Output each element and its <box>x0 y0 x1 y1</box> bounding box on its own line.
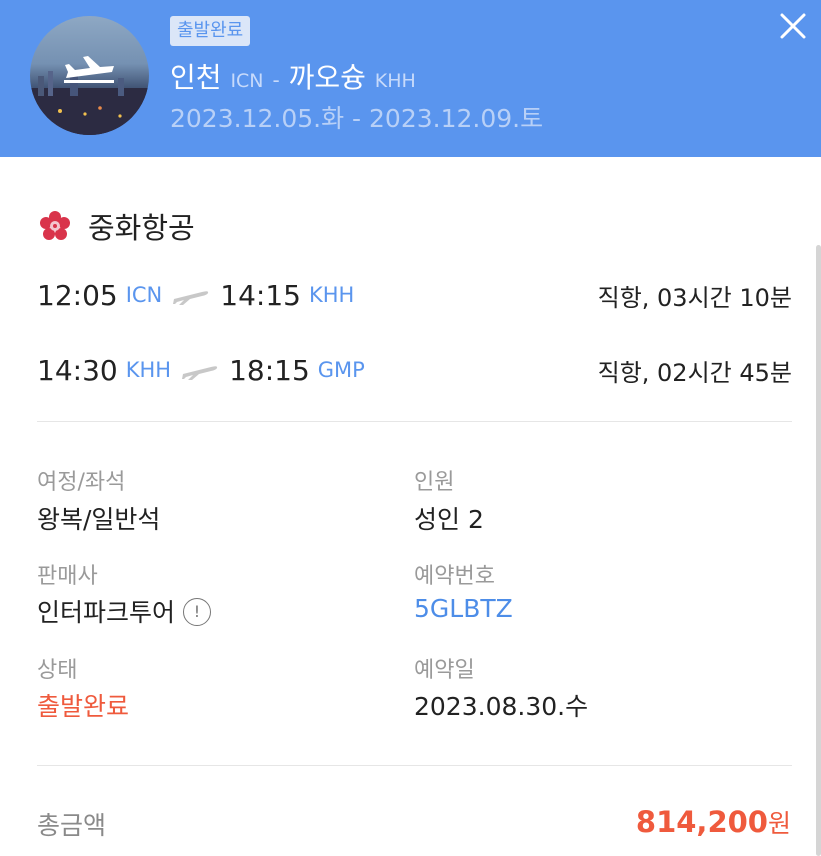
scrollbar[interactable] <box>816 245 821 856</box>
airplane-icon <box>173 291 209 305</box>
depart-code: KHH <box>125 358 172 382</box>
booking-date-label: 예약일 <box>414 658 475 683</box>
seller-label: 판매사 <box>37 564 98 589</box>
trip-dates: 2023.12.05.화 - 2023.12.09.토 <box>170 104 544 133</box>
airline-name: 중화항공 <box>88 211 195 245</box>
info-icon[interactable]: ! <box>183 598 212 626</box>
seller-value-row: 인터파크투어! <box>37 593 212 629</box>
arrive-code: KHH <box>308 283 355 307</box>
booking-number-link[interactable]: 5GLBTZ <box>414 594 513 623</box>
close-button[interactable] <box>777 10 809 42</box>
flight-duration: 직항, 02시간 45분 <box>597 358 792 387</box>
airplane-takeoff-icon <box>30 56 149 135</box>
status-value: 출발완료 <box>37 692 130 721</box>
destination-city: 까오슝 <box>288 61 366 94</box>
depart-code: ICN <box>125 283 163 307</box>
status-label: 상태 <box>37 658 78 683</box>
total-label: 총금액 <box>37 811 107 840</box>
booking-header: 출발완료 인천 ICN - 까오슝 KHH 2023.12.05.화 - 202… <box>0 0 821 157</box>
arrive-time: 14:15 <box>220 278 301 312</box>
flight-leg-return: 14:30 KHH 18:15 GMP 직항, 02시간 45분 <box>37 350 792 390</box>
section-divider <box>37 421 792 422</box>
depart-time: 14:30 <box>37 353 118 387</box>
plum-blossom-logo-icon <box>40 211 70 240</box>
total-amount: 814,200 <box>635 805 768 839</box>
depart-time: 12:05 <box>37 278 118 312</box>
arrive-time: 18:15 <box>229 353 310 387</box>
total-amount-row: 814,200원 <box>636 804 791 840</box>
close-icon <box>780 13 806 39</box>
itinerary-value: 왕복/일반석 <box>37 505 161 534</box>
arrive-code: GMP <box>317 358 365 382</box>
flight-leg-outbound: 12:05 ICN 14:15 KHH 직항, 03시간 10분 <box>37 275 792 315</box>
destination-avatar <box>30 16 149 135</box>
section-divider <box>37 765 792 766</box>
currency-unit: 원 <box>767 809 791 838</box>
origin-code: ICN <box>230 70 264 92</box>
booking-date-value: 2023.08.30.수 <box>414 692 589 721</box>
origin-city: 인천 <box>170 61 222 94</box>
status-badge: 출발완료 <box>170 16 251 46</box>
passengers-value: 성인 2 <box>414 505 484 534</box>
itinerary-label: 여정/좌석 <box>37 470 126 495</box>
passengers-label: 인원 <box>414 470 455 495</box>
seller-value: 인터파크투어 <box>37 598 176 627</box>
airline-row: 중화항공 <box>38 204 195 248</box>
airplane-icon <box>182 366 218 380</box>
route-title: 인천 ICN - 까오슝 KHH <box>170 58 416 101</box>
booking-number-label: 예약번호 <box>414 564 495 589</box>
flight-duration: 직항, 03시간 10분 <box>597 283 792 312</box>
route-separator: - <box>272 68 280 92</box>
destination-code: KHH <box>374 70 416 92</box>
